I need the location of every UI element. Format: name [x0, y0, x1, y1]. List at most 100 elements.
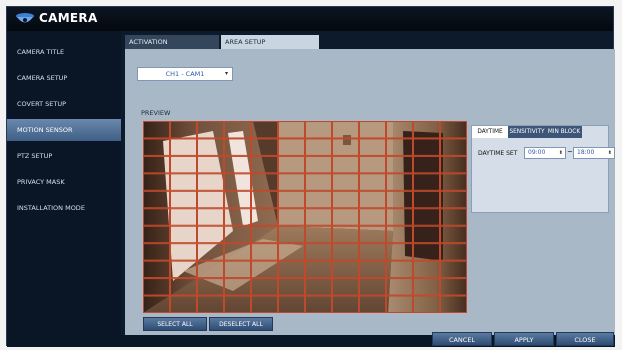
motion-grid-cell[interactable]: [413, 208, 440, 226]
motion-preview[interactable]: [143, 121, 467, 313]
motion-grid-cell[interactable]: [413, 138, 440, 156]
motion-grid-cell[interactable]: [332, 260, 359, 279]
motion-grid-cell[interactable]: [305, 260, 332, 279]
motion-grid-cell[interactable]: [224, 138, 251, 156]
motion-grid-cell[interactable]: [413, 225, 440, 244]
motion-grid-cell[interactable]: [170, 225, 197, 244]
motion-grid-cell[interactable]: [440, 243, 467, 261]
motion-grid-cell[interactable]: [224, 225, 251, 244]
motion-grid-cell[interactable]: [386, 121, 413, 139]
motion-grid-cell[interactable]: [386, 173, 413, 191]
motion-grid-cell[interactable]: [224, 155, 251, 174]
motion-grid-cell[interactable]: [359, 155, 386, 174]
motion-grid-cell[interactable]: [386, 278, 413, 296]
motion-grid-cell[interactable]: [251, 155, 278, 174]
motion-grid-cell[interactable]: [305, 190, 332, 209]
apply-button[interactable]: APPLY: [494, 332, 554, 346]
motion-grid-cell[interactable]: [332, 173, 359, 191]
motion-grid-cell[interactable]: [143, 260, 170, 279]
motion-grid-cell[interactable]: [278, 173, 305, 191]
motion-grid-cell[interactable]: [305, 138, 332, 156]
motion-grid-cell[interactable]: [197, 173, 224, 191]
motion-grid-cell[interactable]: [305, 155, 332, 174]
deselect-all-button[interactable]: DESELECT ALL: [209, 317, 273, 331]
motion-grid-cell[interactable]: [170, 121, 197, 139]
motion-grid-cell[interactable]: [305, 121, 332, 139]
motion-grid-cell[interactable]: [332, 208, 359, 226]
motion-grid-cell[interactable]: [170, 208, 197, 226]
motion-grid-cell[interactable]: [143, 278, 170, 296]
motion-grid-cell[interactable]: [359, 225, 386, 244]
sidebar-item-installation-mode[interactable]: INSTALLATION MODE: [7, 197, 121, 219]
motion-grid-cell[interactable]: [332, 190, 359, 209]
motion-grid-cell[interactable]: [224, 121, 251, 139]
motion-grid-cell[interactable]: [224, 260, 251, 279]
motion-grid-cell[interactable]: [332, 243, 359, 261]
motion-grid-cell[interactable]: [143, 208, 170, 226]
motion-grid-cell[interactable]: [305, 173, 332, 191]
motion-grid-cell[interactable]: [386, 225, 413, 244]
motion-grid-cell[interactable]: [197, 208, 224, 226]
motion-grid-cell[interactable]: [224, 243, 251, 261]
motion-grid-cell[interactable]: [440, 208, 467, 226]
motion-grid-cell[interactable]: [143, 138, 170, 156]
motion-grid-cell[interactable]: [170, 278, 197, 296]
motion-grid-cell[interactable]: [440, 260, 467, 279]
motion-grid-cell[interactable]: [143, 295, 170, 313]
motion-grid-cell[interactable]: [197, 155, 224, 174]
motion-grid-cell[interactable]: [170, 295, 197, 313]
motion-grid-cell[interactable]: [359, 278, 386, 296]
motion-grid-cell[interactable]: [251, 225, 278, 244]
tab-area-setup[interactable]: AREA SETUP: [221, 35, 319, 49]
motion-grid-cell[interactable]: [197, 225, 224, 244]
motion-grid-cell[interactable]: [278, 295, 305, 313]
motion-grid-cell[interactable]: [413, 190, 440, 209]
motion-grid-cell[interactable]: [386, 260, 413, 279]
motion-grid-cell[interactable]: [386, 155, 413, 174]
sidebar-item-covert-setup[interactable]: COVERT SETUP: [7, 93, 121, 115]
motion-grid-cell[interactable]: [278, 138, 305, 156]
motion-grid-cell[interactable]: [224, 278, 251, 296]
sidebar-item-camera-title[interactable]: CAMERA TITLE: [7, 41, 121, 63]
motion-grid-cell[interactable]: [332, 295, 359, 313]
motion-grid-cell[interactable]: [143, 243, 170, 261]
motion-grid-cell[interactable]: [413, 295, 440, 313]
motion-grid-cell[interactable]: [440, 138, 467, 156]
motion-grid-cell[interactable]: [332, 138, 359, 156]
motion-grid-cell[interactable]: [440, 225, 467, 244]
motion-grid-cell[interactable]: [332, 121, 359, 139]
motion-grid-cell[interactable]: [143, 173, 170, 191]
motion-grid-cell[interactable]: [440, 121, 467, 139]
motion-grid-cell[interactable]: [305, 278, 332, 296]
motion-grid-cell[interactable]: [170, 155, 197, 174]
motion-grid-cell[interactable]: [224, 208, 251, 226]
motion-grid-cell[interactable]: [440, 173, 467, 191]
motion-grid-cell[interactable]: [143, 155, 170, 174]
motion-grid-cell[interactable]: [359, 295, 386, 313]
motion-grid-cell[interactable]: [197, 243, 224, 261]
motion-grid-cell[interactable]: [359, 173, 386, 191]
motion-grid-cell[interactable]: [413, 173, 440, 191]
motion-grid-cell[interactable]: [251, 173, 278, 191]
motion-grid-cell[interactable]: [278, 208, 305, 226]
sidebar-item-camera-setup[interactable]: CAMERA SETUP: [7, 67, 121, 89]
motion-grid-cell[interactable]: [197, 260, 224, 279]
motion-grid-cell[interactable]: [359, 121, 386, 139]
motion-grid-cell[interactable]: [305, 208, 332, 226]
tab-sensitivity[interactable]: SENSITIVITY: [508, 126, 546, 138]
motion-grid-cell[interactable]: [440, 278, 467, 296]
motion-grid-cell[interactable]: [143, 121, 170, 139]
motion-grid-cell[interactable]: [305, 243, 332, 261]
motion-grid-cell[interactable]: [197, 278, 224, 296]
motion-grid-cell[interactable]: [359, 260, 386, 279]
motion-grid-cell[interactable]: [197, 121, 224, 139]
motion-grid-cell[interactable]: [278, 155, 305, 174]
motion-grid-cell[interactable]: [440, 155, 467, 174]
motion-grid-cell[interactable]: [251, 190, 278, 209]
motion-grid-cell[interactable]: [359, 208, 386, 226]
motion-grid-cell[interactable]: [386, 190, 413, 209]
motion-grid-cell[interactable]: [278, 260, 305, 279]
motion-grid-cell[interactable]: [224, 190, 251, 209]
motion-grid-cell[interactable]: [278, 121, 305, 139]
motion-grid-cell[interactable]: [197, 138, 224, 156]
